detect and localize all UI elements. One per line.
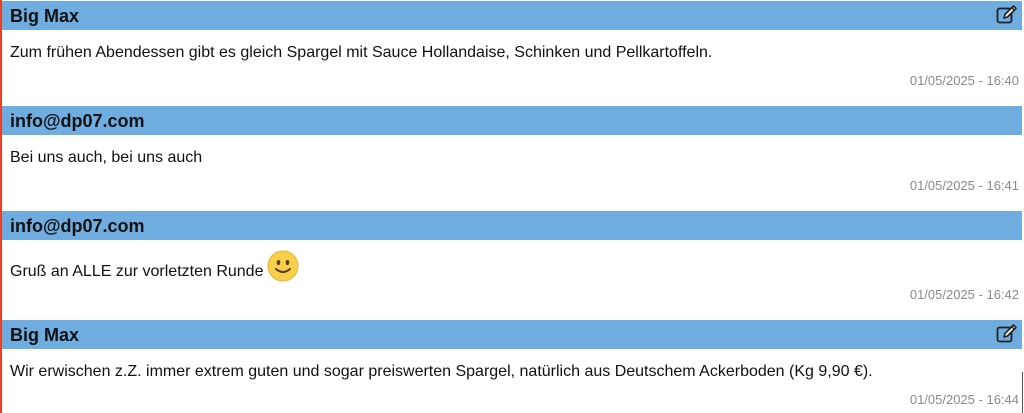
post-header: Big Max — [2, 1, 1022, 30]
smiley-icon — [267, 250, 299, 288]
post-header: info@dp07.com — [2, 106, 1022, 135]
post-item: info@dp07.com Bei uns auch, bei uns auch… — [2, 106, 1022, 210]
edit-icon[interactable] — [996, 324, 1018, 344]
post-author: info@dp07.com — [10, 216, 145, 236]
post-message-row: Gruß an ALLE zur vorletzten Runde — [10, 250, 299, 288]
post-message: Bei uns auch, bei uns auch — [10, 149, 203, 166]
post-author: info@dp07.com — [10, 111, 145, 131]
post-timestamp: 01/05/2025 - 16:44 — [909, 392, 1019, 407]
post-message: Gruß an ALLE zur vorletzten Runde — [10, 263, 264, 281]
post-message: Zum frühen Abendessen gibt es gleich Spa… — [10, 44, 713, 61]
post-header: Big Max — [2, 320, 1022, 349]
post-item: Big Max Zum frühen Abendessen gibt es gl… — [2, 1, 1022, 105]
edit-icon[interactable] — [996, 5, 1018, 25]
post-author: Big Max — [10, 325, 80, 345]
message-feed: Big Max Zum frühen Abendessen gibt es gl… — [0, 0, 1024, 413]
post-item: info@dp07.com Gruß an ALLE zur vorletzte… — [2, 211, 1022, 319]
post-timestamp: 01/05/2025 - 16:42 — [909, 287, 1019, 302]
scrollbar-track[interactable] — [1022, 372, 1023, 413]
post-timestamp: 01/05/2025 - 16:41 — [909, 178, 1019, 193]
post-message: Wir erwischen z.Z. immer extrem guten un… — [10, 363, 873, 380]
post-timestamp: 01/05/2025 - 16:40 — [909, 73, 1019, 88]
post-item: Big Max Wir erwischen z.Z. immer extrem … — [2, 320, 1022, 413]
post-header: info@dp07.com — [2, 211, 1022, 240]
post-author: Big Max — [10, 6, 80, 26]
